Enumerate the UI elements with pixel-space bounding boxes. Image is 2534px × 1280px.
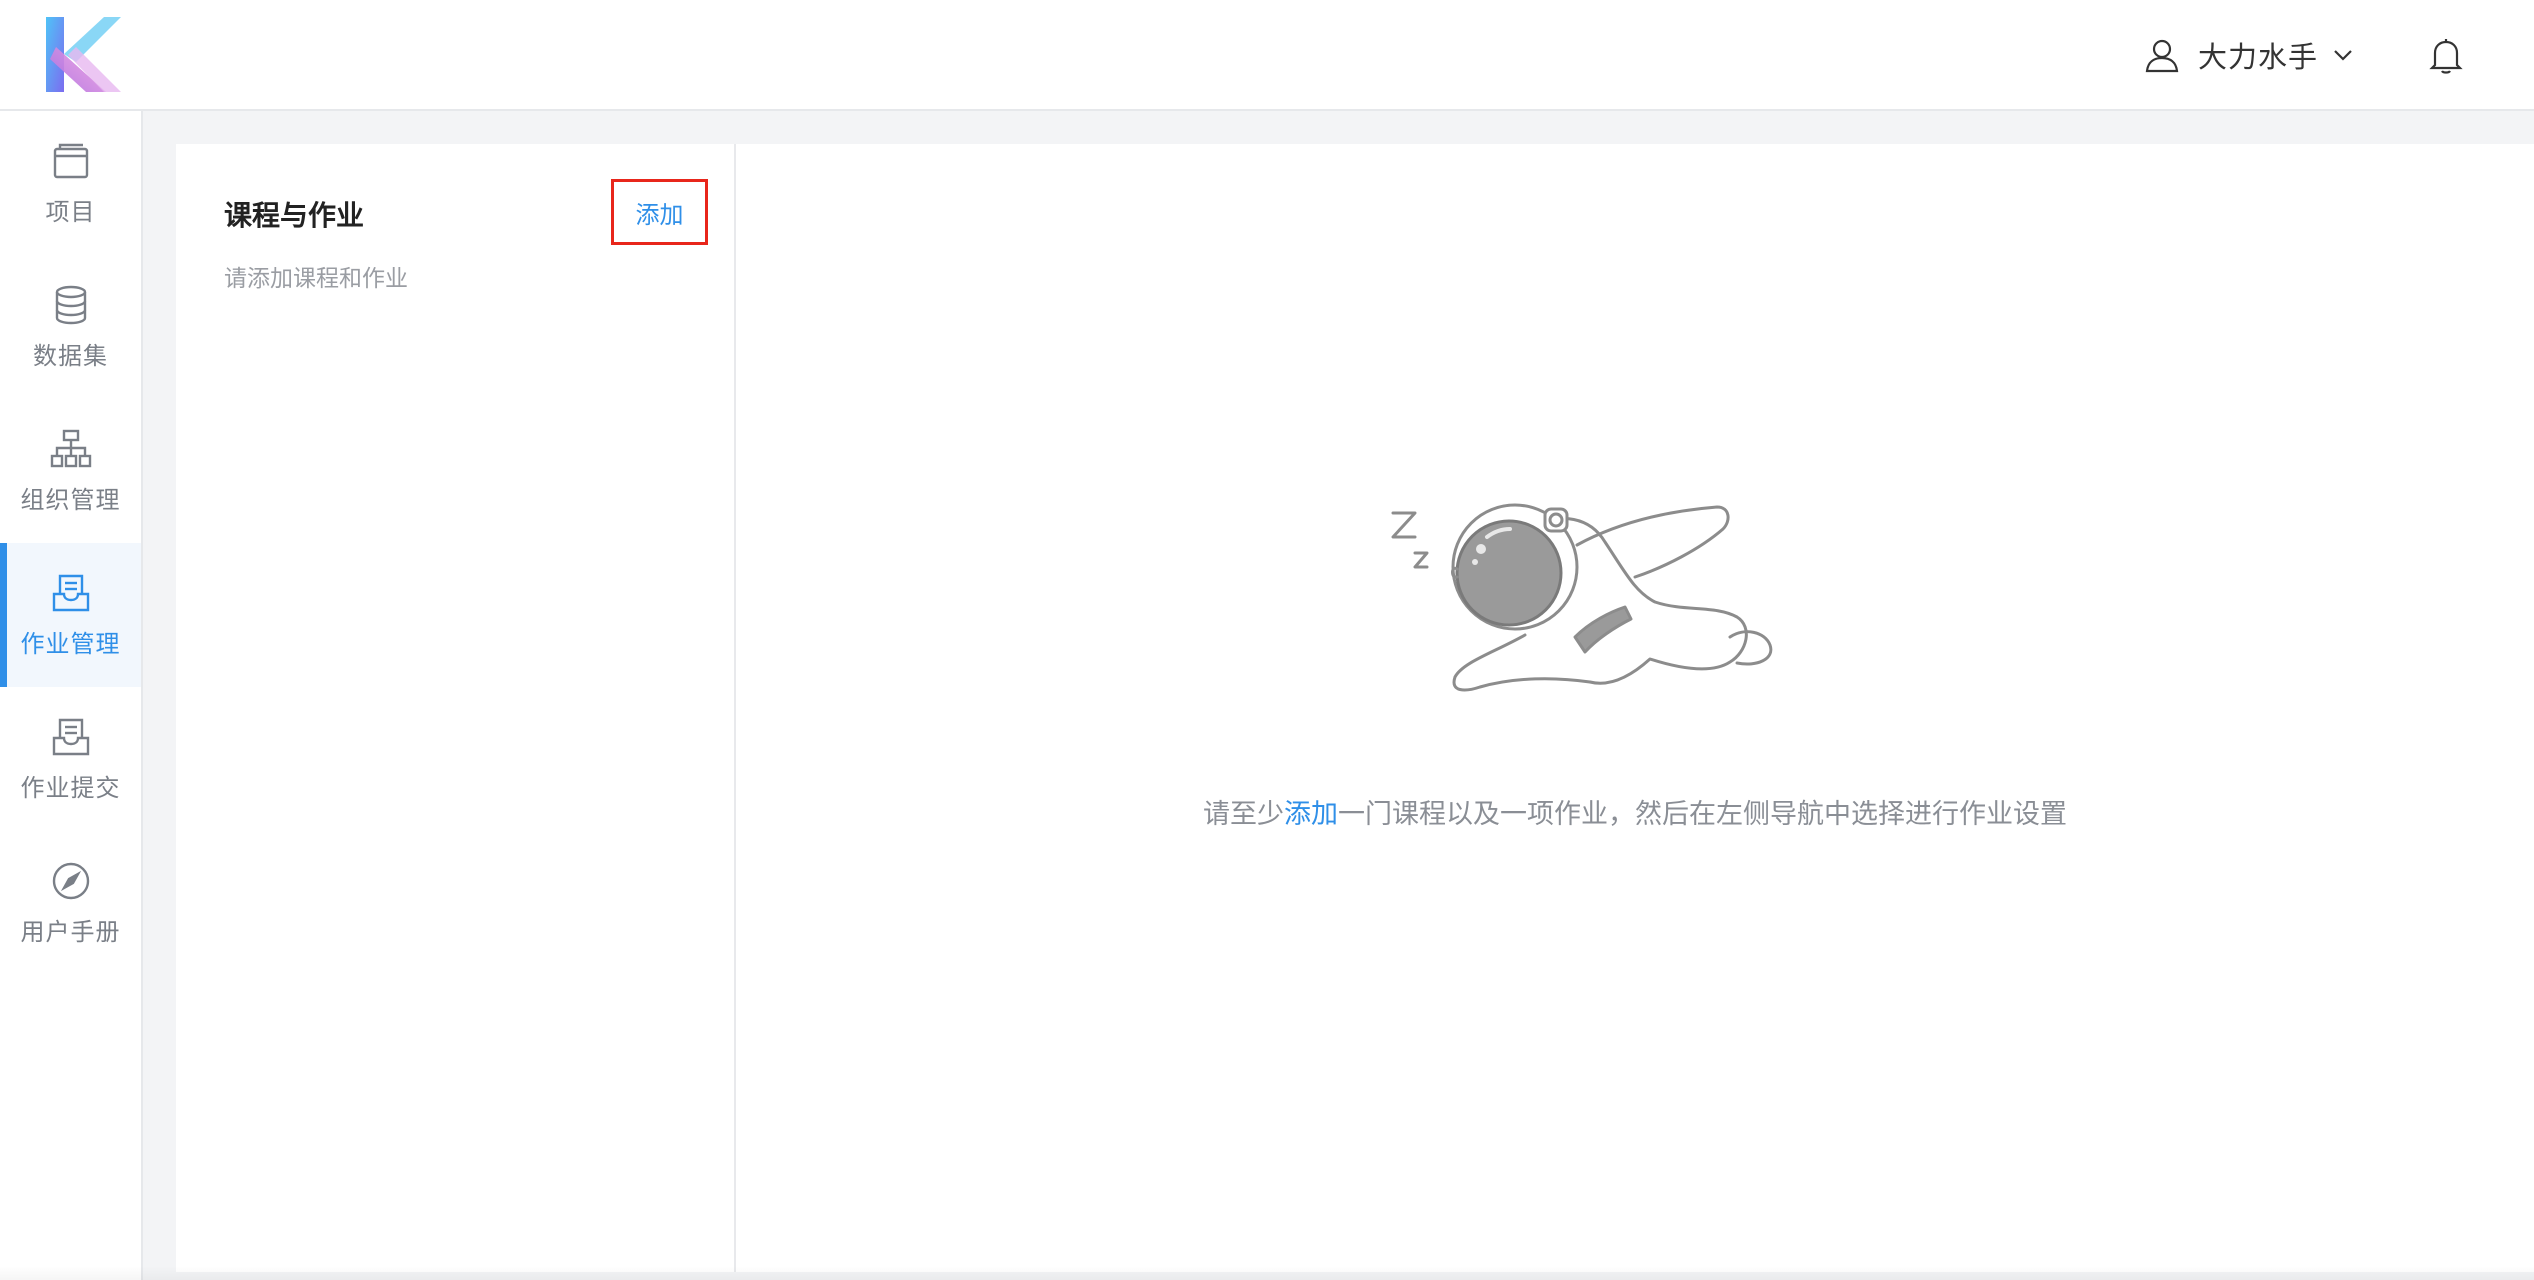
add-button[interactable]: 添加 <box>611 179 708 245</box>
sidebar-item-projects[interactable]: 项目 <box>0 111 141 255</box>
sidebar-item-label: 项目 <box>45 197 96 226</box>
empty-state-text-after: 一门课程以及一项作业，然后在左侧导航中选择进行作业设置 <box>1338 799 2067 830</box>
chevron-down-icon <box>2334 50 2352 61</box>
user-name: 大力水手 <box>2198 40 2319 74</box>
content-card: 课程与作业 添加 请添加课程和作业 请至少添加一门课程以及一项作业，然后在左侧导… <box>176 144 2534 1272</box>
database-icon <box>55 285 86 324</box>
sidebar-item-datasets[interactable]: 数据集 <box>0 255 141 399</box>
sidebar-item-assignment-management[interactable]: 作业管理 <box>0 543 141 687</box>
app: 大力水手 项目 数据集 组织管理 作业管理 作业提交 用户手册 课程与作业 添加… <box>0 0 2534 1280</box>
org-chart-icon <box>50 429 91 467</box>
sidebar-item-label: 作业提交 <box>20 773 121 802</box>
sidebar-item-organization[interactable]: 组织管理 <box>0 399 141 543</box>
bottom-edge-shadow <box>0 1266 2534 1280</box>
window-icon <box>53 143 88 178</box>
main-content: 课程与作业 添加 请添加课程和作业 请至少添加一门课程以及一项作业，然后在左侧导… <box>143 111 2534 1280</box>
panel-title: 课程与作业 <box>224 199 365 232</box>
empty-state: 请至少添加一门课程以及一项作业，然后在左侧导航中选择进行作业设置 <box>736 144 2534 1272</box>
sidebar-item-user-manual[interactable]: 用户手册 <box>0 831 141 975</box>
empty-state-add-link[interactable]: 添加 <box>1284 799 1338 830</box>
user-icon <box>2145 39 2179 73</box>
brand-logo[interactable] <box>46 17 121 92</box>
empty-state-text-before: 请至少 <box>1203 799 1284 830</box>
bell-icon[interactable] <box>2428 35 2464 75</box>
sidebar: 项目 数据集 组织管理 作业管理 作业提交 用户手册 <box>0 111 143 1280</box>
sleeping-astronaut-illustration <box>1391 503 1773 692</box>
tray-document-icon <box>52 574 89 611</box>
sidebar-item-assignment-submission[interactable]: 作业提交 <box>0 687 141 831</box>
course-list-panel: 课程与作业 添加 请添加课程和作业 <box>176 144 736 1272</box>
sidebar-item-label: 用户手册 <box>20 917 121 946</box>
sidebar-item-label: 组织管理 <box>20 485 121 514</box>
empty-state-message: 请至少添加一门课程以及一项作业，然后在左侧导航中选择进行作业设置 <box>736 792 2534 831</box>
sidebar-item-label: 数据集 <box>33 341 108 370</box>
sidebar-item-label: 作业管理 <box>20 629 121 658</box>
top-header: 大力水手 <box>0 0 2534 111</box>
panel-hint: 请添加课程和作业 <box>224 266 408 292</box>
compass-icon <box>52 862 89 899</box>
user-menu[interactable]: 大力水手 <box>2144 34 2354 76</box>
tray-document-icon <box>52 718 89 755</box>
